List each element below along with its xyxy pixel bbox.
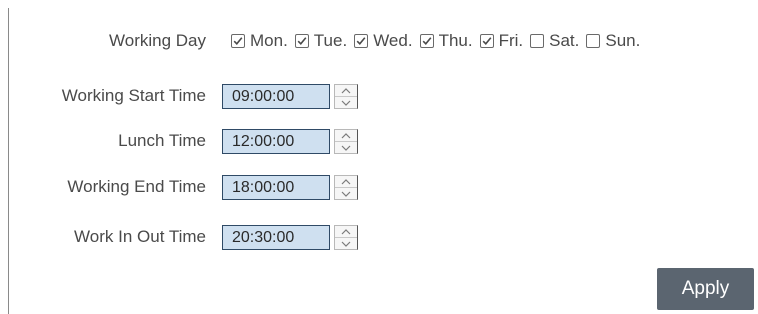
start-time-input[interactable] bbox=[222, 84, 330, 109]
inout-time-input[interactable] bbox=[222, 225, 330, 250]
checkbox-wed[interactable] bbox=[354, 34, 369, 48]
lunch-time-spinner bbox=[334, 129, 358, 154]
day-mon[interactable]: Mon. bbox=[231, 31, 288, 51]
checkbox-sun[interactable] bbox=[586, 34, 601, 48]
lunch-time-down-button[interactable] bbox=[335, 141, 357, 153]
checkbox-tue[interactable] bbox=[294, 34, 309, 48]
working-day-checkboxes: Mon. Tue. Wed. Thu. Fri. Sat. Sun. bbox=[231, 25, 647, 57]
day-sat[interactable]: Sat. bbox=[530, 31, 579, 51]
start-time-down-button[interactable] bbox=[335, 96, 357, 108]
end-time-spinner bbox=[334, 175, 358, 200]
start-time-label: Working Start Time bbox=[61, 86, 206, 105]
end-time-down-button[interactable] bbox=[335, 187, 357, 199]
checkbox-fri[interactable] bbox=[479, 34, 494, 48]
start-time-spinner bbox=[334, 84, 358, 109]
day-label-sat: Sat. bbox=[549, 31, 580, 50]
start-time-control bbox=[222, 84, 358, 109]
inout-time-row: Work In Out Time bbox=[0, 221, 758, 253]
start-time-up-button[interactable] bbox=[335, 85, 357, 96]
day-tue[interactable]: Tue. bbox=[294, 31, 348, 51]
end-time-control bbox=[222, 175, 358, 200]
chevron-down-icon bbox=[341, 191, 351, 197]
lunch-time-up-button[interactable] bbox=[335, 130, 357, 141]
checkbox-thu[interactable] bbox=[419, 34, 434, 48]
inout-time-control bbox=[222, 225, 358, 250]
chevron-up-icon bbox=[341, 132, 351, 138]
day-label-tue: Tue. bbox=[313, 31, 348, 50]
inout-time-label: Work In Out Time bbox=[74, 227, 206, 246]
chevron-down-icon bbox=[341, 100, 351, 106]
end-time-input[interactable] bbox=[222, 175, 330, 200]
checkbox-mon[interactable] bbox=[231, 34, 245, 48]
chevron-up-icon bbox=[341, 87, 351, 93]
day-sun[interactable]: Sun. bbox=[586, 31, 640, 51]
chevron-up-icon bbox=[341, 228, 351, 234]
inout-time-spinner bbox=[334, 225, 358, 250]
inout-time-up-button[interactable] bbox=[335, 226, 357, 237]
end-time-row: Working End Time bbox=[0, 171, 758, 203]
day-fri[interactable]: Fri. bbox=[479, 31, 524, 51]
day-wed[interactable]: Wed. bbox=[354, 31, 413, 51]
chevron-down-icon bbox=[341, 145, 351, 151]
lunch-time-input[interactable] bbox=[222, 129, 330, 154]
day-label-mon: Mon. bbox=[250, 31, 288, 50]
inout-time-down-button[interactable] bbox=[335, 237, 357, 249]
day-label-wed: Wed. bbox=[373, 31, 413, 50]
day-thu[interactable]: Thu. bbox=[419, 31, 473, 51]
working-day-label: Working Day bbox=[109, 31, 206, 50]
lunch-time-row: Lunch Time bbox=[0, 125, 758, 157]
start-time-row: Working Start Time bbox=[0, 80, 758, 112]
day-label-sun: Sun. bbox=[605, 31, 641, 50]
working-day-row: Working Day Mon. Tue. Wed. Thu. Fri. Sat… bbox=[0, 25, 758, 57]
end-time-up-button[interactable] bbox=[335, 176, 357, 187]
checkbox-sat[interactable] bbox=[530, 34, 545, 48]
chevron-down-icon bbox=[341, 241, 351, 247]
lunch-time-control bbox=[222, 129, 358, 154]
day-label-fri: Fri. bbox=[498, 31, 524, 50]
chevron-up-icon bbox=[341, 178, 351, 184]
lunch-time-label: Lunch Time bbox=[118, 131, 206, 150]
apply-button[interactable]: Apply bbox=[657, 268, 754, 310]
day-label-thu: Thu. bbox=[438, 31, 473, 50]
end-time-label: Working End Time bbox=[67, 177, 206, 196]
